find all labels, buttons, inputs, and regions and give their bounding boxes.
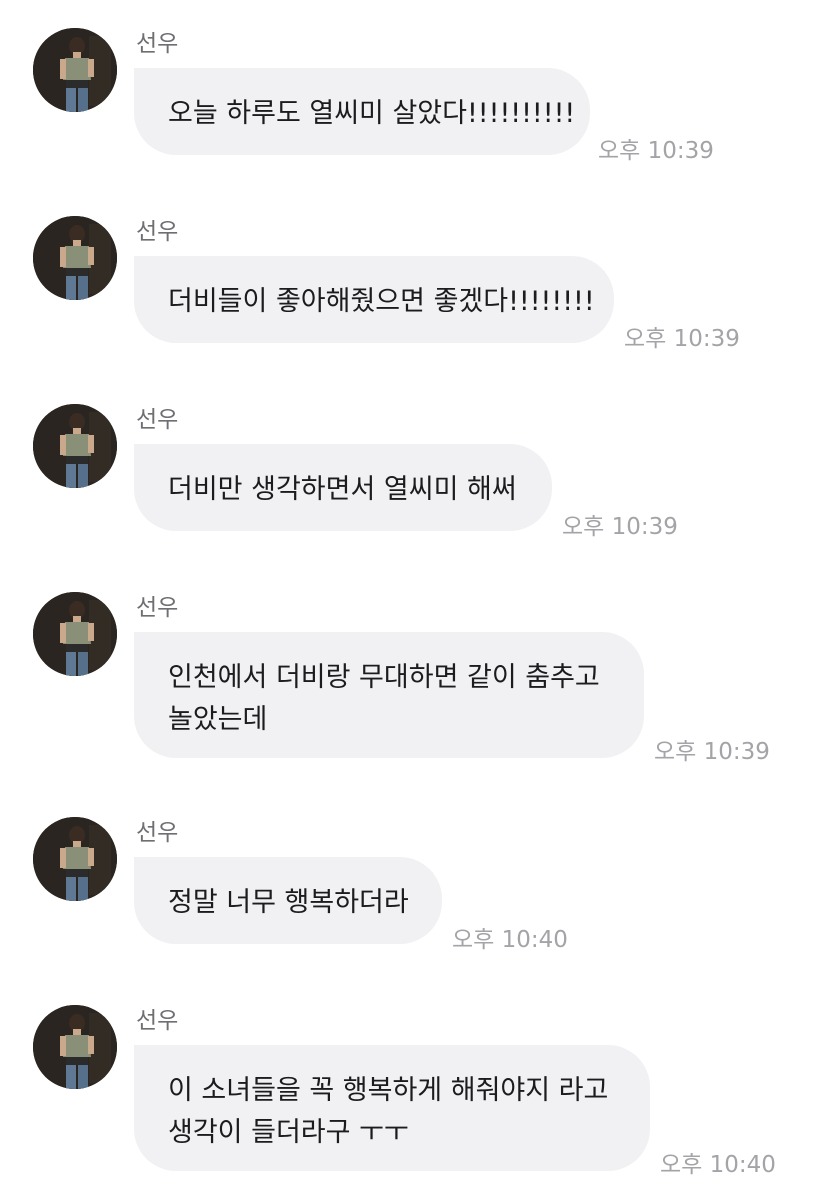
message-text: 오늘 하루도 열씨미 살았다!!!!!!!!!! — [168, 98, 576, 129]
message-text: 정말 너무 행복하더라 — [168, 887, 409, 918]
profile-photo-icon[interactable] — [33, 817, 117, 901]
profile-photo-icon[interactable] — [33, 28, 117, 112]
sender-name: 선우 — [136, 407, 179, 433]
message-timestamp: 오후 10:40 — [660, 1152, 776, 1178]
message-text: 더비만 생각하면서 열씨미 해써 — [168, 474, 517, 505]
message-text-line: 생각이 들더라구 ㅜㅜ — [168, 1117, 409, 1148]
profile-photo-icon[interactable] — [33, 592, 117, 676]
sender-name: 선우 — [136, 31, 179, 57]
message-text-line: 이 소녀들을 꼭 행복하게 해줘야지 라고 — [168, 1075, 609, 1106]
sender-name: 선우 — [136, 1008, 179, 1034]
message-timestamp: 오후 10:39 — [624, 326, 740, 352]
message-bubble[interactable]: 오늘 하루도 열씨미 살았다!!!!!!!!!! — [134, 68, 590, 155]
message-timestamp: 오후 10:39 — [654, 739, 770, 765]
avatar-image — [33, 404, 117, 488]
profile-photo-icon[interactable] — [33, 216, 117, 300]
message-text-line: 인천에서 더비랑 무대하면 같이 춤추고 — [168, 662, 600, 693]
message-timestamp: 오후 10:40 — [452, 927, 568, 953]
message-bubble[interactable]: 인천에서 더비랑 무대하면 같이 춤추고 놀았는데 — [134, 632, 644, 758]
message-bubble[interactable]: 더비들이 좋아해줬으면 좋겠다!!!!!!!! — [134, 256, 614, 343]
avatar-image — [33, 216, 117, 300]
avatar-image — [33, 592, 117, 676]
message-bubble[interactable]: 더비만 생각하면서 열씨미 해써 — [134, 444, 552, 531]
message-timestamp: 오후 10:39 — [598, 138, 714, 164]
message-text: 더비들이 좋아해줬으면 좋겠다!!!!!!!! — [168, 286, 595, 317]
profile-photo-icon[interactable] — [33, 1005, 117, 1089]
avatar-image — [33, 817, 117, 901]
sender-name: 선우 — [136, 219, 179, 245]
avatar-image — [33, 1005, 117, 1089]
message-bubble[interactable]: 이 소녀들을 꼭 행복하게 해줘야지 라고 생각이 들더라구 ㅜㅜ — [134, 1045, 650, 1171]
sender-name: 선우 — [136, 595, 179, 621]
avatar-image — [33, 28, 117, 112]
message-text-line: 놀았는데 — [168, 704, 268, 735]
sender-name: 선우 — [136, 820, 179, 846]
message-timestamp: 오후 10:39 — [562, 514, 678, 540]
message-bubble[interactable]: 정말 너무 행복하더라 — [134, 857, 442, 944]
profile-photo-icon[interactable] — [33, 404, 117, 488]
